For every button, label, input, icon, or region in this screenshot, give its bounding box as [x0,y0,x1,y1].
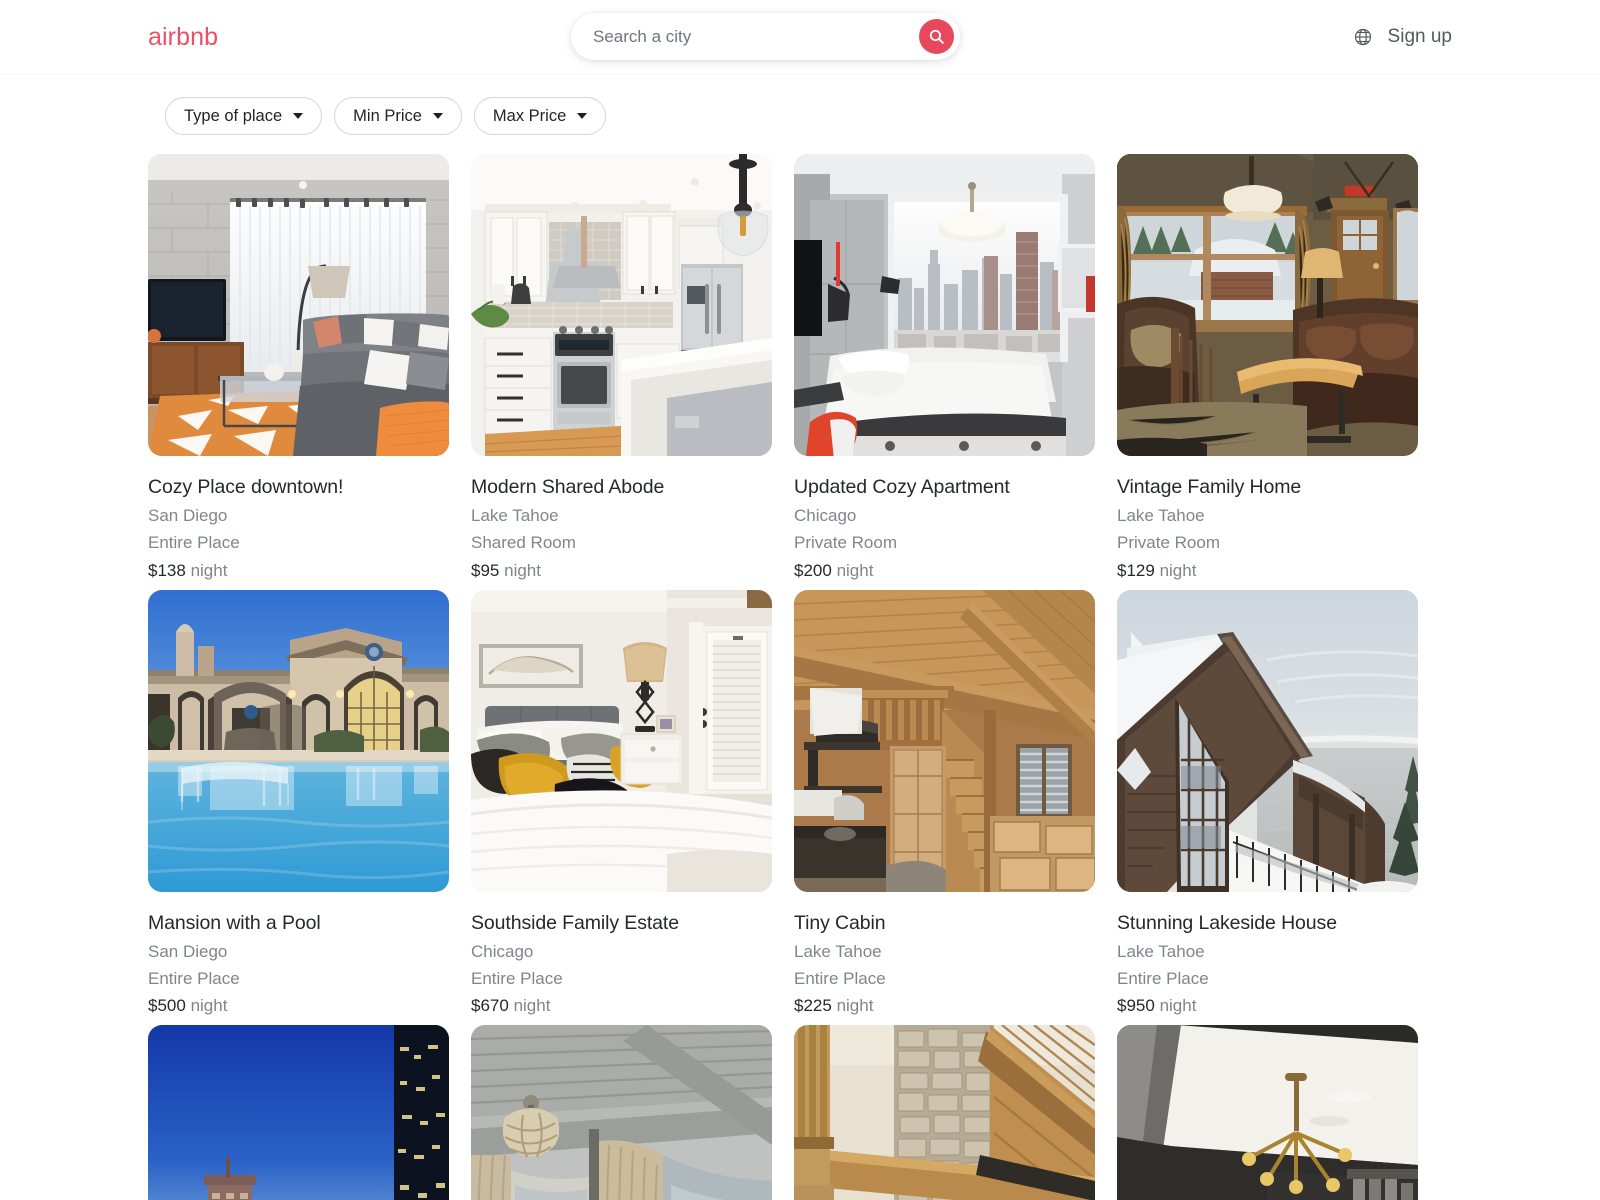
listing-price: $670 night [471,996,772,1016]
listing-card[interactable]: Modern Shared Abode Lake Tahoe Shared Ro… [471,154,772,581]
listing-title: Cozy Place downtown! [148,476,344,498]
listing-price-unit: night [190,996,228,1015]
listing-price: $138 night [148,561,449,581]
listing-photo[interactable] [794,589,1095,892]
listing-city: Lake Tahoe [1117,506,1205,526]
listing-price-unit: night [1159,560,1197,580]
listing-card[interactable]: Updated Cozy Apartment Chicago Private R… [794,154,1095,581]
chevron-down-icon [432,113,443,119]
listing-price: $225 night [794,996,1095,1016]
listing-price-amount: $95 [471,560,500,580]
listing-card[interactable]: Tiny Cabin Lake Tahoe Entire Place $225 … [794,589,1095,1017]
listing-card[interactable] [794,1025,1095,1200]
listing-photo[interactable] [1117,589,1418,892]
listing-price-amount: $129 [1117,560,1155,580]
listing-title: Tiny Cabin [794,911,886,934]
filter-max-price[interactable]: Max Price [473,97,607,135]
listing-card[interactable]: Cozy Place downtown! San Diego Entire Pl… [148,154,449,581]
listing-title: Mansion with a Pool [148,911,321,934]
listing-price-amount: $670 [471,996,509,1015]
listing-photo[interactable] [471,1025,772,1200]
listing-room-type: Entire Place [794,968,886,988]
listing-city: Lake Tahoe [1117,941,1205,961]
app-header: airbnb Sign up [0,0,1600,74]
listing-title: Stunning Lakeside House [1117,911,1337,934]
listing-photo[interactable] [794,1025,1095,1200]
listing-price-unit: night [513,996,551,1015]
listing-photo[interactable] [148,1025,449,1200]
listing-grid: Cozy Place downtown! San Diego Entire Pl… [0,135,1600,1200]
listing-room-type: Shared Room [471,533,576,553]
listing-photo[interactable] [471,589,772,892]
listing-room-type: Entire Place [1117,968,1209,988]
listing-price-unit: night [836,996,874,1015]
listing-photo[interactable] [471,154,772,456]
listing-photo[interactable] [1117,154,1418,456]
signup-button[interactable]: Sign up [1388,26,1452,48]
listing-price-amount: $950 [1117,996,1155,1015]
listing-title: Updated Cozy Apartment [794,476,1010,498]
listing-price-unit: night [504,560,541,580]
filter-type-of-place[interactable]: Type of place [165,97,323,135]
listing-room-type: Private Room [1117,533,1220,553]
listing-price: $129 night [1117,561,1418,581]
listing-city: Lake Tahoe [471,506,559,526]
listing-price: $95 night [471,561,772,581]
brand-logo[interactable]: airbnb [148,23,218,52]
search-button[interactable] [919,19,954,54]
filter-bar: Type of place Min Price Max Price [0,74,1600,135]
filter-type-of-place-label: Type of place [184,106,283,125]
listing-photo[interactable] [148,589,449,892]
listing-card[interactable]: Mansion with a Pool San Diego Entire Pla… [148,589,449,1017]
search-input[interactable] [571,14,901,59]
listing-city: San Diego [148,941,228,961]
listing-price-amount: $225 [794,996,832,1015]
listing-city: San Diego [148,506,228,526]
listing-price-amount: $500 [148,996,186,1015]
listing-city: Chicago [794,506,857,526]
listing-card[interactable] [1117,1025,1418,1200]
listing-price-amount: $138 [148,560,186,580]
listing-price-amount: $200 [794,560,832,580]
listing-card[interactable] [471,1025,772,1200]
chevron-down-icon [293,113,304,119]
listing-price-unit: night [1159,996,1197,1015]
listing-price-unit: night [190,560,228,580]
chevron-down-icon [577,113,588,119]
listing-room-type: Entire Place [471,968,563,988]
listing-price-unit: night [836,560,874,580]
listing-price: $950 night [1117,996,1418,1016]
listing-photo[interactable] [148,154,449,456]
filter-min-price-label: Min Price [353,106,422,125]
listing-photo[interactable] [1117,1025,1418,1200]
filter-min-price[interactable]: Min Price [334,97,462,135]
listing-title: Southside Family Estate [471,911,679,934]
listing-photo[interactable] [794,154,1095,456]
listing-room-type: Private Room [794,533,897,553]
listing-card[interactable]: Southside Family Estate Chicago Entire P… [471,589,772,1017]
listing-room-type: Entire Place [148,968,240,988]
globe-icon[interactable] [1353,27,1373,47]
listing-title: Modern Shared Abode [471,476,665,498]
listing-price: $200 night [794,561,1095,581]
listing-card[interactable]: Stunning Lakeside House Lake Tahoe Entir… [1117,589,1418,1017]
listing-price: $500 night [148,996,449,1016]
listing-city: Lake Tahoe [794,941,882,961]
search-bar[interactable] [571,13,960,60]
listing-room-type: Entire Place [148,533,240,553]
listing-city: Chicago [471,941,534,961]
filter-max-price-label: Max Price [492,106,567,125]
header-actions: Sign up [1353,26,1452,48]
listing-card[interactable] [148,1025,449,1200]
listing-title: Vintage Family Home [1117,476,1302,498]
listing-card[interactable]: Vintage Family Home Lake Tahoe Private R… [1117,154,1418,581]
search-icon [929,29,944,44]
